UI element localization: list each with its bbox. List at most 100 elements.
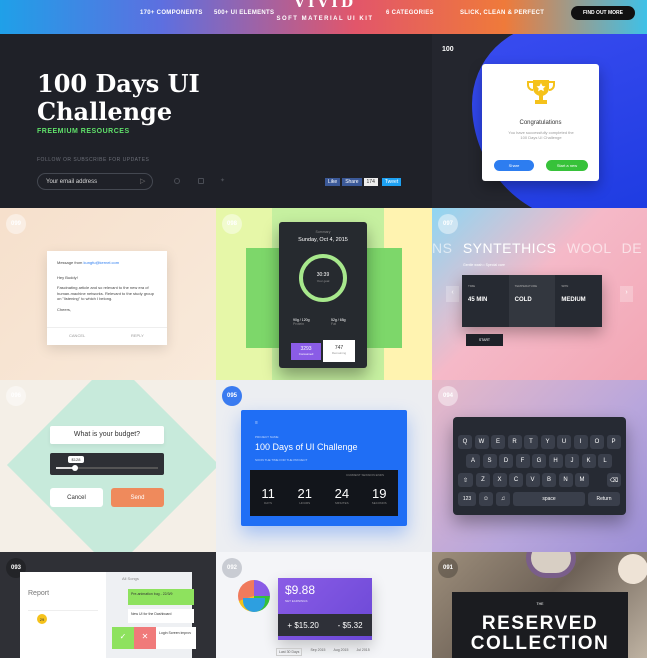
instagram-icon[interactable]	[198, 178, 204, 184]
tab-period[interactable]: Jul 2015	[356, 648, 369, 656]
tile-number: 095	[222, 386, 242, 406]
brand-title: VIVID	[294, 0, 356, 11]
email-input[interactable]: Your email address	[37, 173, 153, 190]
key-m[interactable]: M	[575, 473, 589, 487]
send-button[interactable]: Send	[111, 488, 164, 507]
slider-handle[interactable]	[72, 465, 78, 471]
key-z[interactable]: Z	[476, 473, 490, 487]
all-songs-label[interactable]: All Songs	[122, 576, 139, 581]
menu-icon[interactable]: ≡	[255, 420, 258, 426]
tile-093[interactable]: 093 Report 29 All Songs Pre-animation bu…	[0, 552, 216, 658]
fabric-option[interactable]: NS	[432, 240, 452, 256]
share-button[interactable]: Share	[494, 160, 534, 171]
fabric-option[interactable]: WOOL	[567, 240, 611, 256]
facebook-icon[interactable]	[174, 178, 180, 184]
key-q[interactable]: Q	[458, 435, 472, 449]
key-l[interactable]: L	[598, 454, 612, 468]
tile-091[interactable]: 091 THE RESERVED COLLECTION	[432, 552, 647, 658]
key-v[interactable]: V	[525, 473, 540, 487]
list-item[interactable]: New UI for the Dashboard	[128, 609, 194, 623]
key-u[interactable]: U	[557, 435, 571, 449]
reply-button[interactable]: REPLY	[131, 333, 144, 339]
key-k[interactable]: K	[581, 454, 596, 468]
tile-092[interactable]: 092 $9.88 NET EARNINGS + $15.20 - $5.32 …	[216, 552, 432, 658]
tile-096[interactable]: 096 What is your budget? $128 Cancel Sen…	[0, 380, 216, 552]
twitter-icon[interactable]: ✦	[220, 177, 225, 184]
wash-settings: TIME 45 MIN TEMPERATURE COLD SPIN MEDIUM	[462, 275, 603, 327]
cancel-button[interactable]: Cancel	[50, 488, 103, 507]
key-h[interactable]: H	[548, 454, 563, 468]
key-w[interactable]: W	[474, 435, 489, 449]
tab-period[interactable]: Sep 2015	[310, 648, 325, 656]
setting-value: 45 MIN	[468, 297, 488, 303]
nav-ui-elements[interactable]: 500+ UI ELEMENTS	[214, 10, 274, 16]
key-o[interactable]: O	[590, 435, 604, 449]
list-item[interactable]: Login Screen improv	[156, 627, 196, 649]
kcal-label: Consumed	[298, 352, 314, 356]
find-out-more-button[interactable]: FIND OUT MORE	[571, 6, 635, 20]
key-123[interactable]: 123	[458, 492, 476, 506]
space-key[interactable]: space	[513, 492, 585, 506]
tab-period[interactable]: Aug 2015	[333, 648, 348, 656]
shift-icon[interactable]: ⇧	[458, 473, 473, 487]
nav-style[interactable]: SLICK, CLEAN & PERFECT	[460, 10, 544, 16]
check-icon[interactable]: ✓	[112, 627, 134, 649]
cancel-button[interactable]: CANCEL	[69, 333, 85, 339]
key-s[interactable]: S	[482, 454, 497, 468]
key-r[interactable]: R	[507, 435, 522, 449]
tab-period-active[interactable]: Last 30 Days	[276, 648, 303, 656]
key-c[interactable]: C	[509, 473, 523, 487]
key-t[interactable]: T	[524, 435, 538, 449]
brand-subtitle: SOFT MATERIAL UI KIT	[276, 16, 374, 22]
key-e[interactable]: E	[491, 435, 505, 449]
key-i[interactable]: I	[573, 435, 588, 449]
tile-094[interactable]: 094 QWERTYUIOP ASDFGHJKL ZXCVBNM 123 ☺ ♫ s…	[432, 380, 647, 552]
ring-value: 30:39	[316, 272, 330, 278]
key-y[interactable]: Y	[540, 435, 555, 449]
fb-like-button[interactable]: Like	[325, 178, 341, 186]
close-icon[interactable]: ✕	[134, 627, 156, 649]
setting-spin[interactable]: SPIN MEDIUM	[555, 275, 603, 327]
tweet-button[interactable]: Tweet	[381, 178, 402, 186]
tile-098[interactable]: 098 Summary Sunday, Oct 4, 2015 30:39 Yo…	[216, 208, 432, 380]
nav-categories[interactable]: 6 CATEGORIES	[386, 10, 434, 16]
key-n[interactable]: N	[558, 473, 573, 487]
key-g[interactable]: G	[532, 454, 546, 468]
budget-slider[interactable]: $128	[50, 453, 164, 475]
key-a[interactable]: A	[466, 454, 480, 468]
from-email[interactable]: kungfu@kernel.com	[83, 260, 119, 265]
emoji-icon[interactable]: ☺	[479, 492, 493, 506]
fabric-option-active[interactable]: SYNTETHICS	[463, 240, 557, 256]
tile-number: 100	[442, 46, 454, 53]
brand: VIVID SOFT MATERIAL UI KIT	[270, 0, 380, 22]
list-item[interactable]: Pre-animation bug - 22/3/9	[128, 589, 194, 605]
start-new-button[interactable]: Start a new	[546, 160, 588, 171]
start-button[interactable]: START	[466, 334, 503, 346]
key-f[interactable]: F	[515, 454, 530, 468]
backspace-icon[interactable]: ⌫	[607, 473, 621, 487]
fabric-option[interactable]: DE	[622, 240, 642, 256]
tile-099[interactable]: 099 Message from kungfu@kernel.com Hey B…	[0, 208, 216, 380]
arrow-right-icon[interactable]: ▷	[140, 177, 145, 185]
microphone-icon[interactable]: ♫	[496, 492, 510, 506]
stat-label: Fat	[331, 322, 337, 326]
setting-time[interactable]: TIME 45 MIN	[462, 275, 509, 327]
setting-temperature[interactable]: TEMPERATURE COLD	[508, 275, 556, 327]
key-j[interactable]: J	[565, 454, 579, 468]
key-p[interactable]: P	[606, 435, 621, 449]
tile-097[interactable]: 097 NS SYNTETHICS WOOL DE Gentle wash • …	[432, 208, 647, 380]
message-card: Message from kungfu@kernel.com Hey Buddy…	[47, 251, 167, 345]
tile-095[interactable]: 095 ≡ PROJECT NAME 100 Days of UI Challe…	[216, 380, 432, 552]
return-key[interactable]: Return	[588, 492, 620, 506]
key-d[interactable]: D	[499, 454, 513, 468]
nav-components[interactable]: 170+ COMPONENTS	[140, 10, 203, 16]
chevron-left-icon[interactable]: ‹	[446, 286, 459, 302]
chevron-right-icon[interactable]: ›	[620, 286, 633, 302]
key-x[interactable]: X	[492, 473, 507, 487]
fb-share-button[interactable]: Share	[342, 178, 362, 186]
key-b[interactable]: B	[542, 473, 556, 487]
collection-the: THE	[536, 602, 544, 606]
selected-day[interactable]: 29	[37, 614, 47, 624]
social-buttons: Like Share 174 Tweet	[325, 178, 402, 186]
tile-100[interactable]: 100 Congratulations You have successfull…	[432, 34, 647, 208]
